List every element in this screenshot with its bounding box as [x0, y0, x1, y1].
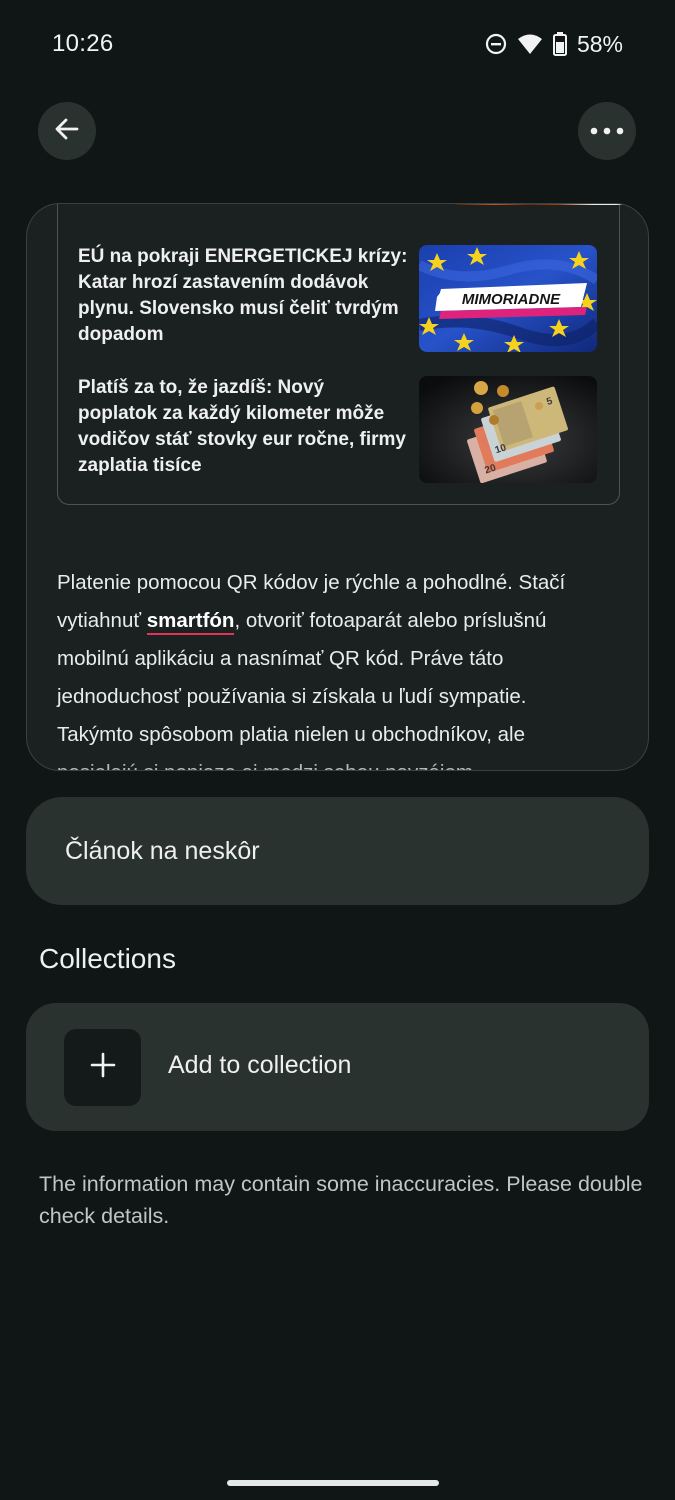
- article-line: mobilnú aplikáciu a nasnímať QR kód. Prá…: [57, 647, 504, 670]
- read-later-item[interactable]: Článok na neskôr: [26, 797, 649, 905]
- related-news-item[interactable]: Platíš za to, že jazdíš: Nový poplatok z…: [78, 375, 408, 479]
- status-icons: 58%: [485, 30, 623, 58]
- plus-icon: [90, 1052, 116, 1083]
- add-icon-box: [64, 1029, 141, 1106]
- add-to-collection-button[interactable]: Add to collection: [26, 1003, 649, 1131]
- more-options-button[interactable]: [578, 102, 636, 160]
- article-preview-card[interactable]: EÚ na pokraji ENERGETICKEJ krízy: Katar …: [26, 203, 649, 771]
- do-not-disturb-icon: [485, 33, 507, 55]
- news-thumbnail-partial: [450, 204, 628, 205]
- more-horizontal-icon: [590, 122, 624, 140]
- article-line: Platenie pomocou QR kódov je rýchle a po…: [57, 571, 566, 594]
- article-text-segment: , otvoriť fotoaparát alebo príslušnú: [234, 609, 547, 632]
- thumb-label: MIMORIADNE: [462, 291, 561, 308]
- article-text-segment: vytiahnuť: [57, 609, 147, 632]
- collections-heading: Collections: [39, 943, 176, 974]
- news-thumbnail: MIMORIADNE: [419, 245, 597, 352]
- battery-icon: [552, 32, 567, 56]
- news-title: Platíš za to, že jazdíš: Nový poplatok z…: [78, 377, 407, 476]
- eu-flag-thumbnail: MIMORIADNE: [419, 245, 597, 352]
- read-later-label: Článok na neskôr: [65, 836, 260, 865]
- wifi-icon: [517, 33, 543, 55]
- article-line: jednoduchosť používania si získala u ľud…: [57, 685, 527, 708]
- disclaimer-text: The information may contain some inaccur…: [39, 1172, 643, 1228]
- battery-percent: 58%: [576, 30, 623, 57]
- article-line: vytiahnuť smartfón, otvoriť fotoaparát a…: [57, 602, 627, 640]
- home-indicator[interactable]: [227, 1480, 439, 1486]
- status-time: 10:26: [52, 30, 114, 57]
- status-bar: 10:26 58%: [0, 0, 675, 88]
- back-button[interactable]: [38, 102, 96, 160]
- news-title: EÚ na pokraji ENERGETICKEJ krízy: Katar …: [78, 246, 408, 345]
- related-news-item[interactable]: EÚ na pokraji ENERGETICKEJ krízy: Katar …: [78, 244, 408, 348]
- euro-money-thumbnail: 5 10 20: [419, 376, 597, 483]
- add-to-collection-label: Add to collection: [168, 1051, 352, 1079]
- smartfon-link[interactable]: smartfón: [146, 609, 235, 635]
- arrow-back-icon: [53, 115, 81, 148]
- article-text: Platenie pomocou QR kódov je rýchle a po…: [57, 564, 627, 770]
- article-line: Takýmto spôsobom platia nielen u obchodn…: [57, 723, 525, 746]
- news-thumbnail: 5 10 20: [419, 376, 597, 483]
- article-line: posielajú si peniaze aj medzi sebou navz…: [57, 754, 627, 770]
